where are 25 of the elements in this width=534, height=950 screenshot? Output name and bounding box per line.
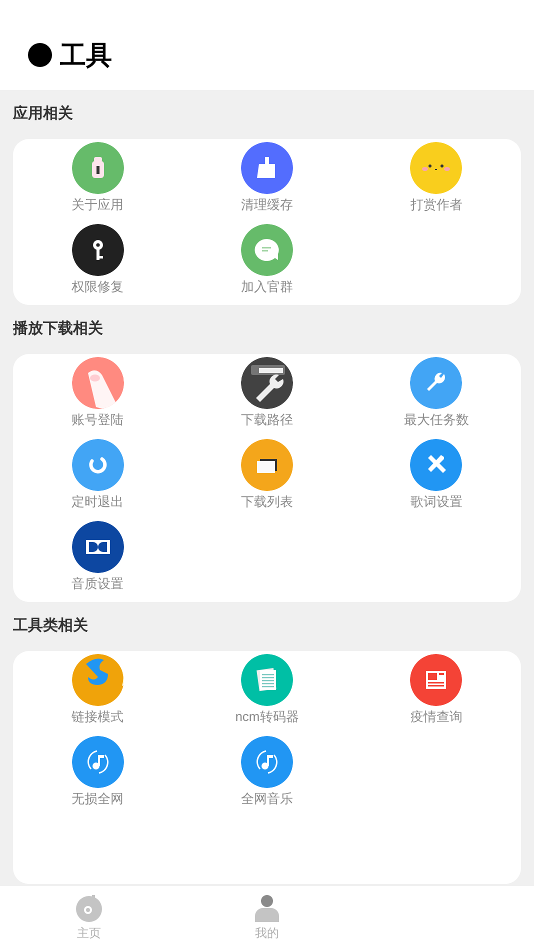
nav-tab[interactable]: 主页 — [0, 886, 178, 950]
tool-button[interactable]: 链接模式 — [13, 651, 182, 733]
tool-button[interactable]: 权限修复 — [13, 221, 182, 303]
tool-button[interactable]: ncm转码器 — [182, 651, 352, 733]
page-title: 工具 — [60, 40, 112, 70]
tool-button[interactable]: 账号登陆 — [13, 354, 182, 436]
tool-button[interactable]: 全网音乐 — [182, 733, 352, 815]
music-disc-icon — [75, 894, 103, 922]
tool-button[interactable]: 歌词设置 — [352, 436, 521, 518]
tool-button[interactable]: 加入官群 — [182, 221, 352, 303]
tool-button[interactable]: 打赏作者 — [352, 139, 521, 221]
tool-button[interactable]: 下载路径 — [182, 354, 352, 436]
tool-button[interactable]: 无损全网 — [13, 733, 182, 815]
person-icon — [255, 894, 279, 922]
tool-button[interactable]: 音质设置 — [13, 518, 182, 600]
tool-button[interactable]: 最大任务数 — [352, 354, 521, 436]
tool-button[interactable]: 定时退出 — [13, 436, 182, 518]
tool-button[interactable]: 下载列表 — [182, 436, 352, 518]
tool-button[interactable]: 关于应用 — [13, 139, 182, 221]
tool-button[interactable]: 清理缓存 — [182, 139, 352, 221]
tool-button[interactable]: 疫情查询 — [352, 651, 521, 733]
section-title: 工具类相关 — [13, 616, 89, 636]
section-title: 播放下载相关 — [13, 319, 104, 339]
section-title: 应用相关 — [13, 104, 74, 124]
nav-tab[interactable]: 我的 — [178, 886, 356, 950]
